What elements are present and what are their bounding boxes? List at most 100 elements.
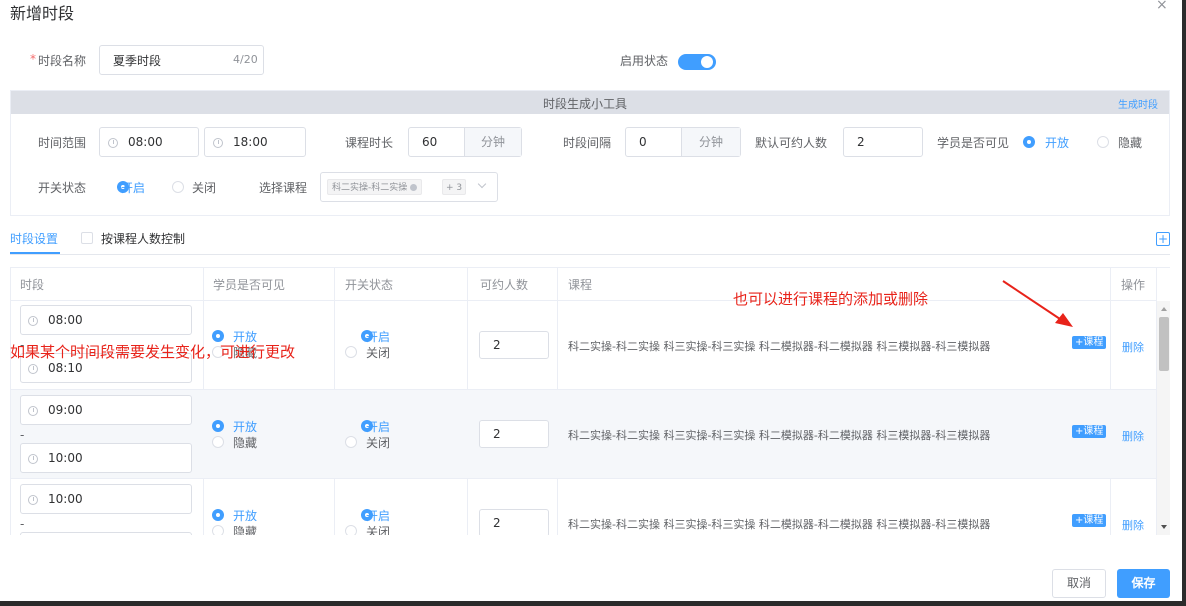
slot-end-value: 08:10: [48, 361, 83, 375]
row-switch-on-label[interactable]: 开启: [366, 507, 390, 524]
cancel-label: 取消: [1066, 576, 1091, 590]
switch-on-label[interactable]: 开启: [121, 179, 145, 196]
course-count-checkbox[interactable]: [81, 232, 93, 244]
annotation-arrow-icon: [1002, 280, 1073, 327]
header-capacity: 可约人数: [480, 278, 529, 292]
row-visible-hide-radio[interactable]: [212, 525, 224, 535]
header-course: 课程: [568, 278, 593, 292]
course-count-label[interactable]: 按课程人数控制: [101, 230, 185, 247]
tool-title: 时段生成小工具: [543, 97, 628, 111]
row-switch-off-label[interactable]: 关闭: [366, 434, 390, 451]
add-course-button[interactable]: +课程: [1072, 336, 1107, 349]
delete-link[interactable]: 删除: [1122, 428, 1144, 444]
switch-label: 开关状态: [38, 181, 87, 195]
clock-icon: [28, 495, 38, 505]
slot-separator: -: [20, 428, 25, 442]
scroll-up-arrow-icon[interactable]: [1161, 307, 1167, 311]
clock-icon: [28, 406, 38, 416]
annotation-add-course: 也可以进行课程的添加或删除: [733, 290, 929, 308]
chevron-down-icon[interactable]: [477, 179, 487, 189]
add-icon[interactable]: +: [1156, 232, 1170, 246]
clock-icon: [28, 454, 38, 464]
delete-link[interactable]: 删除: [1122, 339, 1144, 355]
row-switch-off-radio[interactable]: [345, 525, 357, 535]
slot-start-input[interactable]: 08:00: [20, 305, 192, 335]
row-visible-hide-label[interactable]: 隐藏: [233, 523, 257, 535]
clock-icon: [108, 138, 118, 148]
capacity-input[interactable]: 2: [843, 127, 923, 157]
scrollbar-thumb[interactable]: [1159, 317, 1169, 371]
slot-end-input[interactable]: 10:00: [20, 443, 192, 473]
table-row: 09:00 - 10:00 开放 隐藏 开启 关闭 2 科二实操-科二实操 科三…: [11, 390, 1156, 478]
row-switch-off-radio[interactable]: [345, 346, 357, 358]
duration-unit: 分钟: [464, 128, 521, 156]
header-action: 操作: [1121, 278, 1146, 292]
range-start-input[interactable]: 08:00: [99, 127, 199, 157]
save-button[interactable]: 保存: [1117, 569, 1170, 598]
range-end-value: 18:00: [233, 135, 268, 149]
row-capacity-input[interactable]: 2: [479, 420, 549, 448]
add-course-button[interactable]: +课程: [1072, 425, 1107, 438]
close-icon[interactable]: ×: [1156, 0, 1170, 12]
close-circle-icon[interactable]: [410, 184, 418, 191]
delete-link[interactable]: 删除: [1122, 517, 1144, 533]
row-switch-on-label[interactable]: 开启: [366, 418, 390, 435]
name-required-mark: *: [30, 52, 36, 66]
enable-switch[interactable]: [678, 54, 716, 70]
slot-separator: -: [20, 517, 25, 531]
header-visible: 学员是否可见: [213, 278, 286, 292]
row-capacity-value: 2: [493, 516, 501, 530]
course-tag[interactable]: 科二实操-科二实操: [327, 179, 423, 195]
row-capacity-input[interactable]: 2: [479, 509, 549, 535]
table-scrollbar[interactable]: [1157, 301, 1170, 535]
clock-icon: [213, 138, 223, 148]
row-capacity-input[interactable]: 2: [479, 331, 549, 359]
row-visible-open-radio[interactable]: [212, 420, 224, 432]
clock-icon: [28, 316, 38, 326]
row-visible-open-label[interactable]: 开放: [233, 507, 257, 524]
row-visible-open-label[interactable]: 开放: [233, 418, 257, 435]
slot-end-value: 10:00: [48, 451, 83, 465]
visible-hide-radio[interactable]: [1097, 136, 1109, 148]
interval-label: 时段间隔: [563, 136, 612, 150]
tab-time-settings[interactable]: 时段设置: [10, 230, 58, 247]
interval-unit: 分钟: [681, 128, 740, 156]
range-end-input[interactable]: 18:00: [204, 127, 306, 157]
course-select[interactable]: 科二实操-科二实操 + 3: [320, 172, 498, 202]
row-switch-off-radio[interactable]: [345, 436, 357, 448]
visible-open-label[interactable]: 开放: [1045, 134, 1069, 151]
duration-input[interactable]: 60 分钟: [408, 127, 522, 157]
interval-input[interactable]: 0 分钟: [625, 127, 741, 157]
row-switch-off-label[interactable]: 关闭: [366, 523, 390, 535]
row-visible-hide-label[interactable]: 隐藏: [233, 434, 257, 451]
slot-start-input[interactable]: 09:00: [20, 395, 192, 425]
row-visible-hide-radio[interactable]: [212, 436, 224, 448]
name-label: 时段名称: [38, 54, 87, 68]
slot-start-input[interactable]: 10:00: [20, 484, 192, 514]
tool-header: 时段生成小工具 生成时段: [11, 91, 1169, 114]
slot-end-input[interactable]: [20, 532, 192, 535]
course-label: 选择课程: [259, 181, 308, 195]
tab-bar-line: [10, 254, 1170, 255]
generate-link[interactable]: 生成时段: [1118, 96, 1158, 111]
scroll-down-arrow-icon[interactable]: [1161, 525, 1167, 529]
row-capacity-value: 2: [493, 427, 501, 441]
range-label: 时间范围: [38, 136, 87, 150]
cancel-button[interactable]: 取消: [1052, 569, 1106, 598]
window-bottom-edge: [0, 601, 1186, 606]
switch-off-label[interactable]: 关闭: [192, 179, 216, 196]
table-row: 10:00 - 开放 隐藏 开启 关闭 2 科二实操-科二实操 科三实操-科三实…: [11, 479, 1156, 535]
add-course-button[interactable]: +课程: [1072, 514, 1107, 527]
header-slot: 时段: [20, 278, 45, 292]
row-switch-off-label[interactable]: 关闭: [366, 344, 390, 361]
visible-hide-label[interactable]: 隐藏: [1118, 134, 1142, 151]
switch-off-radio[interactable]: [172, 181, 184, 193]
visible-open-radio[interactable]: [1023, 136, 1035, 148]
header-switch: 开关状态: [345, 278, 394, 292]
name-input[interactable]: 夏季时段 4/20: [99, 45, 264, 75]
range-start-value: 08:00: [128, 135, 163, 149]
row-visible-open-radio[interactable]: [212, 509, 224, 521]
clock-icon: [28, 364, 38, 374]
row-switch-on-label[interactable]: 开启: [366, 328, 390, 345]
capacity-value: 2: [857, 135, 865, 149]
